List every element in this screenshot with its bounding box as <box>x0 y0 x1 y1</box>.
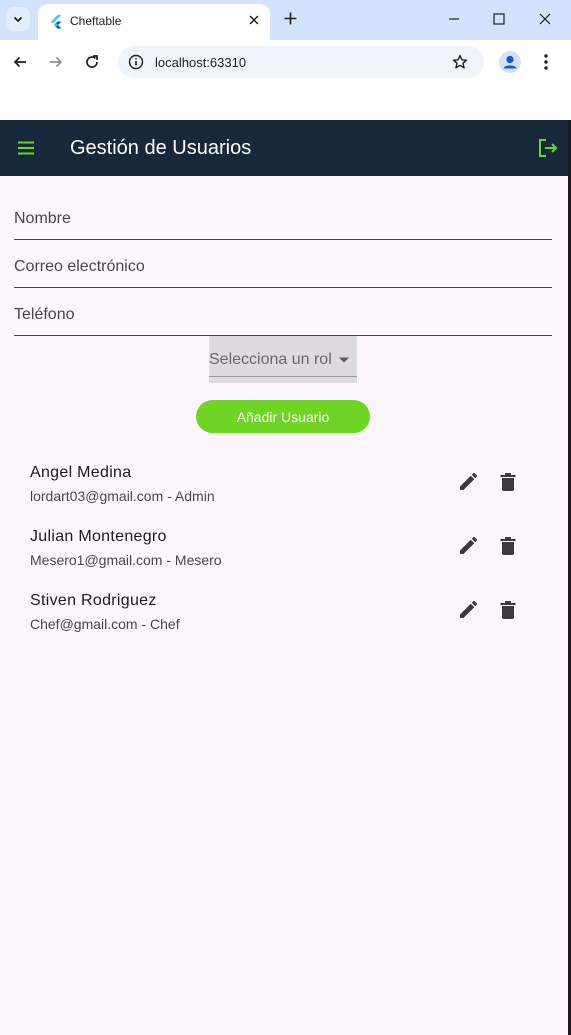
info-icon <box>128 54 144 70</box>
back-button[interactable] <box>8 50 32 74</box>
browser-menu-button[interactable] <box>536 50 556 74</box>
edit-user-button[interactable] <box>456 598 480 622</box>
user-name: Angel Medina <box>30 464 132 481</box>
maximize-button[interactable] <box>487 8 511 30</box>
address-bar[interactable]: localhost:63310 <box>118 46 484 78</box>
app-bar: Gestión de Usuarios <box>0 120 568 176</box>
hamburger-icon <box>18 141 34 155</box>
edit-icon <box>460 472 478 490</box>
menu-button[interactable] <box>14 136 38 160</box>
trash-icon <box>500 537 516 555</box>
more-vert-icon <box>544 54 548 70</box>
browser-window: Cheftable localhost:63310 Gestión de Usu… <box>0 0 571 1035</box>
site-info-button[interactable] <box>126 52 146 72</box>
page-title: Gestión de Usuarios <box>70 137 252 159</box>
forward-button[interactable] <box>44 50 68 74</box>
edit-user-button[interactable] <box>456 470 480 494</box>
url-text: localhost:63310 <box>155 55 247 70</box>
phone-field-label: Teléfono <box>14 306 75 323</box>
tab-search-button[interactable] <box>6 7 30 31</box>
arrow-drop-down-icon <box>339 357 349 363</box>
user-detail: lordart03@gmail.com - Admin <box>30 488 215 504</box>
list-item: Stiven Rodriguez Chef@gmail.com - Chef <box>0 588 568 652</box>
bookmark-button[interactable] <box>450 52 470 72</box>
delete-user-button[interactable] <box>496 534 520 558</box>
trash-icon <box>500 473 516 491</box>
browser-tab[interactable]: Cheftable <box>38 4 270 40</box>
edit-icon <box>460 600 478 618</box>
user-detail: Chef@gmail.com - Chef <box>30 616 180 632</box>
browser-toolbar: localhost:63310 <box>0 40 571 84</box>
new-tab-button[interactable] <box>280 8 300 28</box>
role-dropdown[interactable]: Selecciona un rol <box>209 336 357 383</box>
profile-avatar[interactable] <box>499 51 521 73</box>
minimize-icon <box>449 18 459 20</box>
list-item: Julian Montenegro Mesero1@gmail.com - Me… <box>0 524 568 588</box>
maximize-icon <box>493 13 505 25</box>
close-icon <box>539 13 551 25</box>
trash-icon <box>500 601 516 619</box>
user-detail: Mesero1@gmail.com - Mesero <box>30 552 222 568</box>
reload-icon <box>86 55 98 68</box>
flutter-icon <box>51 15 62 29</box>
add-user-button[interactable]: Añadir Usuario <box>196 400 370 433</box>
list-item: Angel Medina lordart03@gmail.com - Admin <box>0 460 568 524</box>
edit-icon <box>460 536 478 554</box>
close-tab-button[interactable] <box>246 12 262 28</box>
phone-field[interactable]: Teléfono <box>14 296 552 336</box>
star-icon <box>452 54 468 69</box>
name-field[interactable]: Nombre <box>14 200 552 240</box>
arrow-right-icon <box>50 56 63 68</box>
tab-strip: Cheftable <box>0 0 571 40</box>
person-icon <box>503 55 517 69</box>
page-top-strip <box>0 84 571 120</box>
close-window-button[interactable] <box>533 8 557 30</box>
close-icon <box>249 15 259 25</box>
edit-user-button[interactable] <box>456 534 480 558</box>
minimize-button[interactable] <box>442 8 466 30</box>
email-field[interactable]: Correo electrónico <box>14 248 552 288</box>
role-dropdown-placeholder: Selecciona un rol <box>209 351 332 368</box>
user-name: Stiven Rodriguez <box>30 592 157 609</box>
plus-icon <box>284 12 296 24</box>
delete-user-button[interactable] <box>496 598 520 622</box>
arrow-left-icon <box>13 56 26 68</box>
name-field-label: Nombre <box>14 210 71 227</box>
reload-button[interactable] <box>80 50 104 74</box>
delete-user-button[interactable] <box>496 470 520 494</box>
email-field-label: Correo electrónico <box>14 258 145 275</box>
user-name: Julian Montenegro <box>30 528 167 545</box>
logout-button[interactable] <box>536 136 560 160</box>
chevron-down-icon <box>13 16 23 23</box>
role-dropdown-underline <box>209 376 357 377</box>
tab-title: Cheftable <box>70 14 122 28</box>
logout-icon <box>539 139 558 157</box>
